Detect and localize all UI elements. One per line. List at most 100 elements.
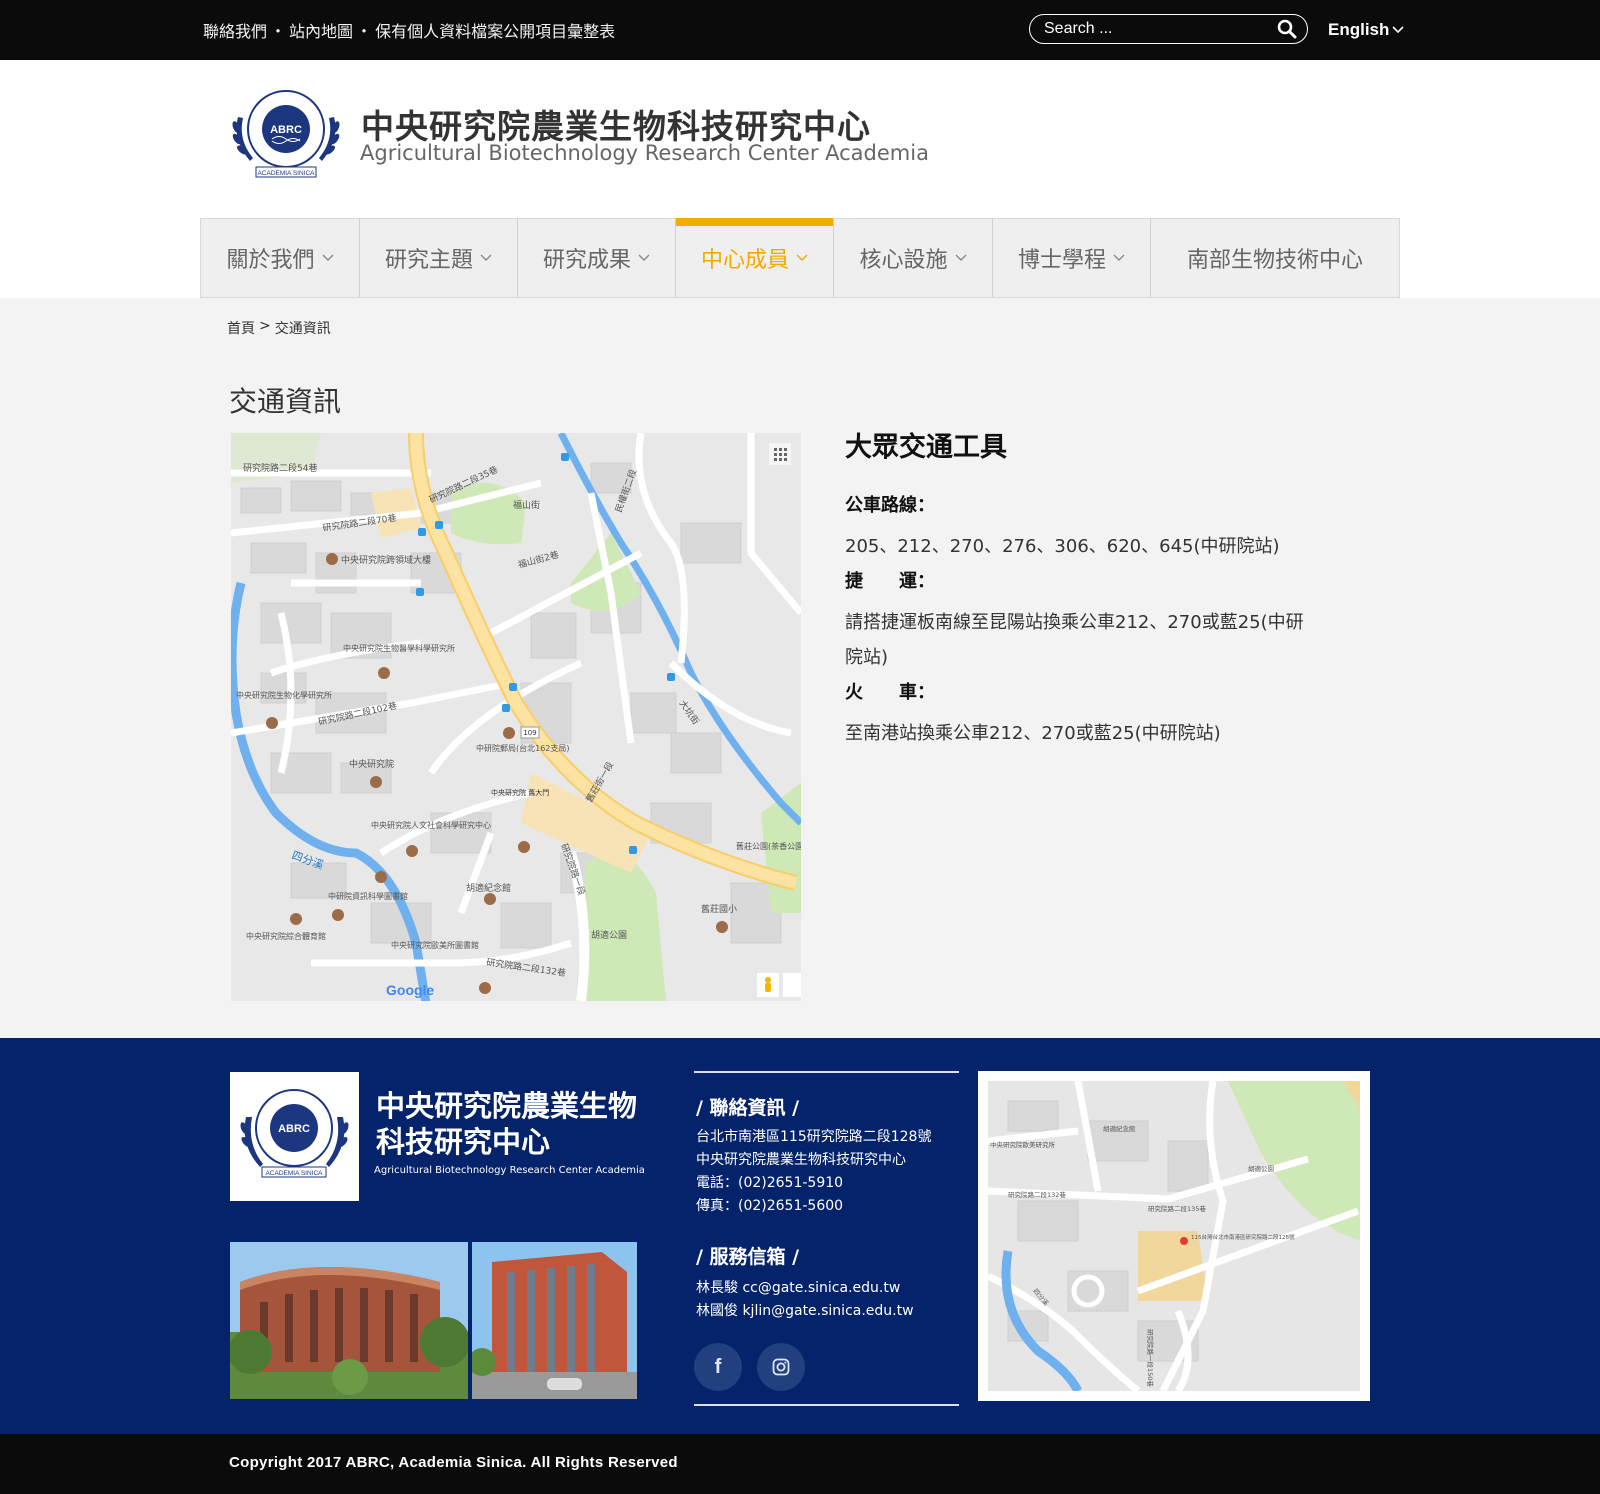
map-label-poi: 中央研究院生物化學研究所 — [236, 690, 332, 700]
nav-label: 關於我們 — [226, 248, 315, 273]
fullscreen-icon[interactable] — [769, 443, 791, 465]
copyright-text: Copyright 2017 ABRC, Academia Sinica. Al… — [229, 1454, 678, 1471]
nav-research-topics[interactable]: 研究主題 — [360, 219, 518, 297]
main-nav: 關於我們 研究主題 研究成果 中心成員 核心設施 博士學程 南部生物技術中心 — [200, 218, 1400, 298]
mail-contact[interactable]: 林國俊 kjlin@gate.sinica.edu.tw — [696, 1300, 959, 1323]
contact-phone: 電話：(02)2651-5910 — [696, 1175, 844, 1191]
footer-map-label: 胡適紀念館 — [1103, 1124, 1136, 1133]
bus-routes: 205、212、270、276、306、620、645(中研院站) — [845, 536, 1280, 557]
breadcrumb: 首頁 > 交通資訊 — [227, 318, 335, 338]
top-bar: 聯絡我們 ・ 站內地圖 ・ 保有個人資料檔案公開項目彙整表 English — [0, 0, 1600, 60]
breadcrumb-current: 交通資訊 — [274, 321, 331, 337]
privacy-list-link[interactable]: 保有個人資料檔案公開項目彙整表 — [375, 18, 615, 42]
map-label-poi: 中央研究院 舊大門 — [491, 788, 549, 797]
footer-contact: / 聯絡資訊 / 台北市南港區115研究院路二段128號 中央研究院農業生物科技… — [694, 1071, 959, 1406]
nav-research-results[interactable]: 研究成果 — [518, 219, 676, 297]
mail-lines: 林長駿 cc@gate.sinica.edu.tw 林國俊 kjlin@gate… — [696, 1277, 959, 1323]
map-label-road: 研究院路二段54巷 — [243, 462, 317, 474]
main-content: 首頁 > 交通資訊 交通資訊 研究院路二段54巷 研究院路二段35巷 研究院路二… — [0, 298, 1600, 1038]
svg-text:ACADEMIA SINICA: ACADEMIA SINICA — [257, 170, 315, 177]
map-label-poi: 中央研究院歐美所圖書館 — [391, 940, 479, 950]
svg-text:ACADEMIA SINICA: ACADEMIA SINICA — [265, 1170, 323, 1177]
map-type-toggle[interactable] — [783, 973, 801, 997]
building-photo — [472, 1242, 637, 1399]
location-pin-icon — [1180, 1237, 1188, 1245]
mail-heading: / 服務信箱 / — [696, 1246, 800, 1268]
footer-map-label: 115台灣台北市南港區研究院路二段128號 — [1191, 1233, 1295, 1241]
contact-address: 台北市南港區115研究院路二段128號 — [696, 1129, 932, 1145]
language-switcher[interactable]: English — [1328, 20, 1404, 40]
chevron-down-icon — [955, 254, 966, 261]
nav-label: 研究主題 — [384, 248, 473, 273]
chevron-down-icon — [480, 254, 492, 261]
contact-org: 中央研究院農業生物科技研究中心 — [696, 1152, 906, 1168]
pegman-icon[interactable] — [757, 973, 779, 997]
footer: ABRC ACADEMIA SINICA 中央研究院農業生物 科技研究中心 Ag… — [0, 1038, 1600, 1434]
footer-map-label: 研究院路二段135巷 — [1148, 1204, 1206, 1213]
mail-contact[interactable]: 林長駿 cc@gate.sinica.edu.tw — [696, 1277, 959, 1300]
instagram-icon[interactable] — [757, 1343, 805, 1391]
separator: ・ — [356, 22, 373, 41]
copyright-bar: Copyright 2017 ABRC, Academia Sinica. Al… — [0, 1434, 1600, 1494]
map-label-poi: 中央研究院跨領域大樓 — [341, 554, 431, 566]
transit-info: 大眾交通工具 公車路線： 205、212、270、276、306、620、645… — [845, 425, 1315, 754]
contact-fax: 傳真：(02)2651-5600 — [696, 1198, 844, 1214]
footer-logo[interactable]: ABRC ACADEMIA SINICA — [230, 1072, 359, 1201]
nav-southern-biotech[interactable]: 南部生物技術中心 — [1151, 219, 1399, 297]
train-text: 至南港站換乘公車212、270或藍25(中研院站) — [845, 723, 1221, 744]
nav-label: 南部生物技術中心 — [1186, 248, 1363, 273]
footer-map-label: 胡適公園 — [1248, 1164, 1274, 1173]
nav-about[interactable]: 關於我們 — [201, 219, 360, 297]
map-label-poi: 胡適紀念館 — [466, 882, 511, 894]
chevron-down-icon — [1113, 254, 1125, 261]
breadcrumb-home[interactable]: 首頁 — [227, 318, 255, 338]
nav-label: 核心設施 — [859, 248, 948, 273]
nav-core-facilities[interactable]: 核心設施 — [834, 219, 993, 297]
transit-heading: 大眾交通工具 — [845, 432, 1007, 463]
facebook-icon[interactable]: f — [694, 1343, 742, 1391]
chevron-down-icon — [1392, 26, 1404, 34]
search-box — [1029, 14, 1308, 44]
page-title: 交通資訊 — [229, 385, 342, 418]
nav-members[interactable]: 中心成員 — [676, 218, 834, 297]
chevron-down-icon — [638, 254, 650, 261]
bus-label: 公車路線： — [845, 495, 935, 516]
nav-label: 中心成員 — [700, 248, 789, 273]
separator: ・ — [270, 22, 287, 41]
nav-label: 博士學程 — [1017, 248, 1106, 273]
chevron-down-icon — [322, 254, 333, 261]
mrt-label: 捷運： — [845, 571, 935, 592]
route-number: 109 — [523, 729, 536, 737]
building-photo — [230, 1242, 468, 1399]
footer-map[interactable]: 胡適紀念館 胡適公園 研究院路二段132巷 115台灣台北市南港區研究院路二段1… — [978, 1071, 1370, 1401]
search-icon[interactable] — [1277, 19, 1297, 39]
chevron-down-icon — [796, 254, 808, 261]
footer-org-name-en: Agricultural Biotechnology Research Cent… — [374, 1165, 645, 1176]
map-label-poi: 中央研究院人文社會科學研究中心 — [371, 820, 491, 830]
abrc-logo[interactable]: ABRC ACADEMIA SINICA — [228, 87, 344, 181]
search-input[interactable] — [1044, 18, 1264, 40]
map-label-road: 福山街 — [513, 499, 540, 511]
contact-link[interactable]: 聯絡我們 — [203, 18, 267, 42]
svg-text:ABRC: ABRC — [278, 1123, 310, 1135]
map-label-poi: 胡適公園 — [591, 929, 627, 941]
contact-heading: / 聯絡資訊 / — [696, 1097, 800, 1119]
breadcrumb-separator: > — [259, 318, 271, 334]
site-subtitle: Agricultural Biotechnology Research Cent… — [360, 141, 929, 165]
train-label: 火車： — [845, 682, 935, 703]
top-links: 聯絡我們 ・ 站內地圖 ・ 保有個人資料檔案公開項目彙整表 — [203, 18, 615, 42]
map-label-poi: 中研院資訊科學圖書館 — [328, 891, 408, 901]
sitemap-link[interactable]: 站內地圖 — [289, 18, 353, 42]
map-label-poi: 中央研究院 — [349, 758, 394, 770]
nav-label: 研究成果 — [542, 248, 631, 273]
footer-map-label: 中央研究院歐美研究所 — [990, 1140, 1056, 1149]
footer-map-label: 研究院路二段132巷 — [1008, 1190, 1066, 1199]
map-label-poi: 舊莊公園(茶香公園) — [736, 841, 801, 851]
footer-map-label: 研究院路一段150巷 — [1146, 1329, 1155, 1387]
map-label-poi: 中央研究院生物醫學科學研究所 — [343, 643, 455, 653]
footer-org-name: 中央研究院農業生物 科技研究中心 — [376, 1089, 638, 1159]
google-map[interactable]: 研究院路二段54巷 研究院路二段35巷 研究院路二段70巷 研究院路二段102巷… — [231, 433, 801, 1001]
language-label: English — [1328, 20, 1390, 39]
google-brand: Google — [386, 982, 434, 998]
nav-phd-program[interactable]: 博士學程 — [993, 219, 1151, 297]
